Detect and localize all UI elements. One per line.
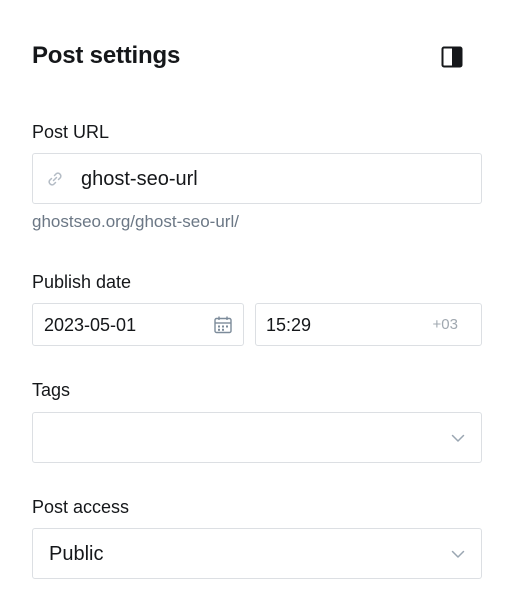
sidebar-toggle-button[interactable] (441, 46, 463, 68)
chevron-down-icon (451, 550, 465, 558)
chevron-down-icon (451, 434, 465, 442)
post-url-label: Post URL (32, 122, 110, 142)
timezone-label: +03 (432, 316, 458, 333)
post-access-label: Post access (32, 497, 130, 517)
publish-time-value: 15:29 (266, 315, 312, 335)
post-url-input[interactable]: ghost-seo-url (32, 153, 482, 204)
post-settings-panel: Post settings Post URL ghost-seo-url gho… (0, 0, 509, 600)
sidebar-toggle-icon (441, 46, 463, 68)
post-url-value: ghost-seo-url (81, 168, 198, 190)
post-access-value: Public (49, 543, 104, 565)
post-access-select[interactable]: Public (32, 528, 482, 579)
calendar-icon[interactable] (213, 315, 233, 335)
tags-select[interactable] (32, 412, 482, 463)
link-icon (48, 172, 62, 186)
publish-time-input[interactable]: 15:29 +03 (255, 303, 482, 346)
panel-title: Post settings (32, 42, 181, 69)
publish-date-input[interactable]: 2023-05-01 (32, 303, 244, 346)
publish-date-label: Publish date (32, 272, 132, 292)
publish-date-value: 2023-05-01 (44, 315, 137, 335)
post-url-preview[interactable]: ghostseo.org/ghost-seo-url/ (32, 212, 239, 232)
tags-label: Tags (32, 380, 71, 400)
